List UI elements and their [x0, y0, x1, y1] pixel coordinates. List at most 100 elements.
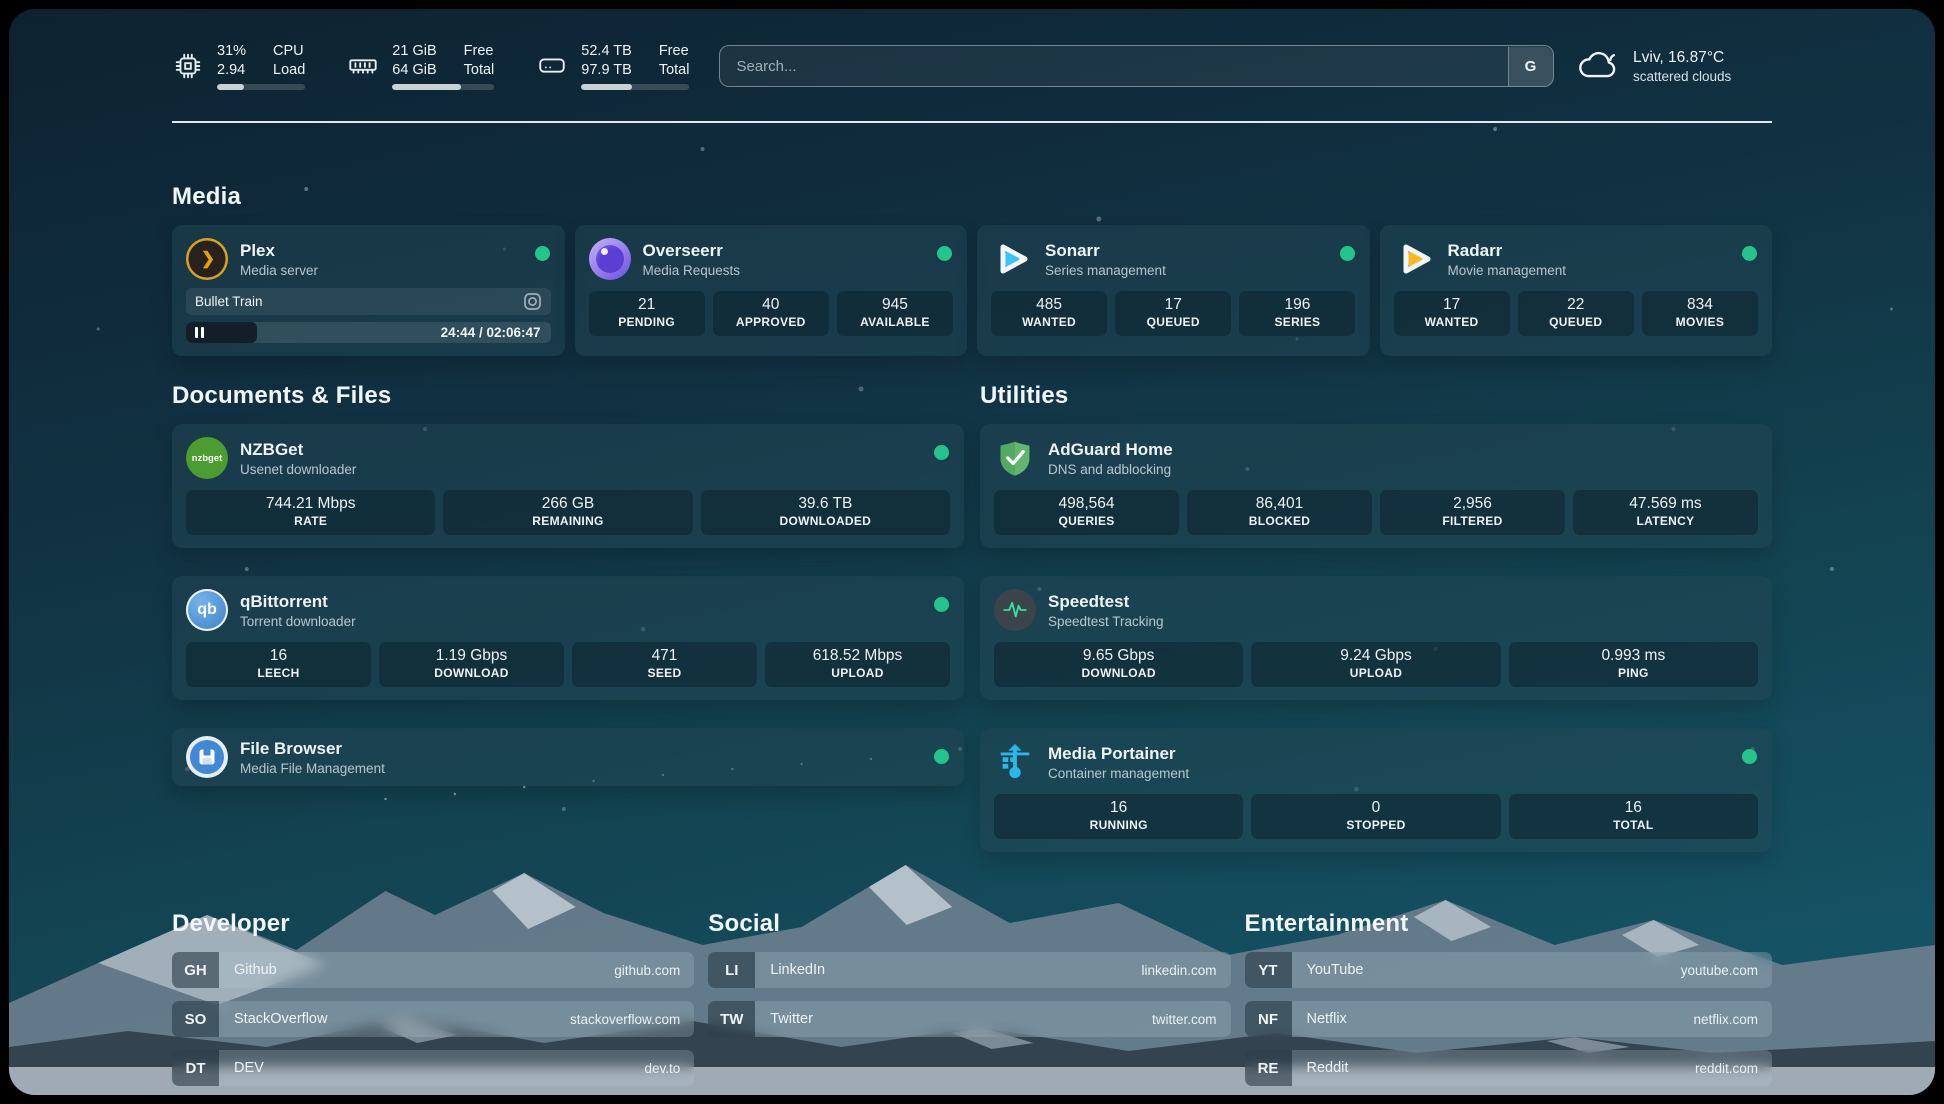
entertainment-section-title: Entertainment	[1245, 910, 1772, 938]
screen: 31% 2.94 CPU Load	[0, 0, 1944, 1104]
online-status-dot	[1742, 246, 1757, 261]
overseerr-icon	[589, 238, 631, 280]
app-desc: Series management	[1045, 263, 1166, 278]
online-status-dot	[535, 246, 550, 261]
link-name: Reddit	[1292, 1060, 1695, 1076]
link-linkedin[interactable]: LI LinkedIn linkedin.com	[708, 952, 1230, 988]
topbar-divider	[172, 121, 1772, 123]
link-twitter[interactable]: TW Twitter twitter.com	[708, 1001, 1230, 1037]
developer-section-title: Developer	[172, 910, 694, 938]
cpu-icon	[172, 50, 204, 82]
stat-tile: 471SEED	[572, 642, 757, 687]
cpu-stat: 31% 2.94 CPU Load	[172, 42, 305, 91]
playback-time: 24:44 / 02:06:47	[441, 325, 541, 340]
storage-usage-fill	[581, 84, 632, 90]
cpu-usage-fill	[217, 84, 244, 90]
storage-label-top: Free	[659, 42, 690, 61]
storage-stat: 52.4 TB 97.9 TB Free Total	[536, 42, 689, 91]
cpu-label-top: CPU	[273, 42, 305, 61]
link-dev[interactable]: DT DEV dev.to	[172, 1050, 694, 1086]
now-playing-title: Bullet Train	[195, 294, 263, 309]
link-youtube[interactable]: YT YouTube youtube.com	[1245, 952, 1772, 988]
filebrowser-card[interactable]: File Browser Media File Management	[172, 728, 964, 786]
link-badge: SO	[172, 1001, 219, 1037]
memory-label-top: Free	[464, 42, 495, 61]
qbittorrent-icon: qb	[186, 589, 228, 631]
filebrowser-icon	[186, 736, 228, 778]
app-name: qBittorrent	[240, 592, 356, 612]
link-name: StackOverflow	[219, 1011, 570, 1027]
speedtest-card[interactable]: Speedtest Speedtest Tracking 9.65 GbpsDO…	[980, 576, 1772, 700]
memory-stat: 21 GiB 64 GiB Free Total	[347, 42, 494, 91]
media-section: Media ❯ Plex Media server Bullet Train	[172, 183, 1772, 356]
stat-tile: 196SERIES	[1239, 291, 1355, 336]
sonarr-card[interactable]: Sonarr Series management 485WANTED 17QUE…	[977, 225, 1370, 356]
memory-label-bottom: Total	[464, 61, 495, 80]
stat-tile: 1.19 GbpsDOWNLOAD	[379, 642, 564, 687]
cpu-percent: 31%	[217, 42, 246, 61]
link-url: twitter.com	[1152, 1012, 1231, 1027]
stat-tile: 17WANTED	[1394, 291, 1510, 336]
stat-tile: 16LEECH	[186, 642, 371, 687]
link-badge: TW	[708, 1001, 755, 1037]
app-name: File Browser	[240, 739, 385, 759]
stats-row: 16RUNNING 0STOPPED 16TOTAL	[994, 794, 1758, 839]
app-desc: Media server	[240, 263, 318, 278]
app-name: AdGuard Home	[1048, 440, 1173, 460]
stat-tile: 9.65 GbpsDOWNLOAD	[994, 642, 1243, 687]
stat-tile: 266 GBREMAINING	[443, 490, 692, 535]
link-badge: YT	[1245, 952, 1292, 988]
memory-usage-bar	[392, 84, 494, 90]
social-section-title: Social	[708, 910, 1230, 938]
link-url: github.com	[614, 963, 694, 978]
stat-tile: 498,564QUERIES	[994, 490, 1179, 535]
utilities-section-title: Utilities	[980, 382, 1772, 410]
stat-tile: 86,401BLOCKED	[1187, 490, 1372, 535]
stat-tile: 16RUNNING	[994, 794, 1243, 839]
nzbget-card[interactable]: nzbget NZBGet Usenet downloader 744.21 M…	[172, 424, 964, 548]
speedtest-icon	[994, 589, 1036, 631]
search-input[interactable]	[719, 45, 1554, 87]
stat-tile: 17QUEUED	[1115, 291, 1231, 336]
app-name: Overseerr	[643, 241, 741, 261]
session-icon	[523, 292, 542, 311]
weather-condition: scattered clouds	[1633, 69, 1731, 84]
link-url: stackoverflow.com	[570, 1012, 694, 1027]
stats-row: 498,564QUERIES 86,401BLOCKED 2,956FILTER…	[994, 490, 1758, 535]
link-netflix[interactable]: NF Netflix netflix.com	[1245, 1001, 1772, 1037]
adguard-icon	[994, 437, 1036, 479]
documents-section-title: Documents & Files	[172, 382, 964, 410]
app-name: Plex	[240, 241, 318, 261]
adguard-card[interactable]: AdGuard Home DNS and adblocking 498,564Q…	[980, 424, 1772, 548]
qbittorrent-card[interactable]: qb qBittorrent Torrent downloader 16LEEC…	[172, 576, 964, 700]
weather-widget: Lviv, 16.87°C scattered clouds	[1576, 47, 1772, 85]
plex-icon: ❯	[186, 238, 228, 280]
link-github[interactable]: GH Github github.com	[172, 952, 694, 988]
portainer-card[interactable]: Media Portainer Container management 16R…	[980, 728, 1772, 852]
nzbget-icon: nzbget	[186, 437, 228, 479]
pause-icon	[195, 327, 205, 338]
stat-tile: 485WANTED	[991, 291, 1107, 336]
stat-tile: 945AVAILABLE	[837, 291, 953, 336]
overseerr-card[interactable]: Overseerr Media Requests 21PENDING 40APP…	[575, 225, 968, 356]
link-name: YouTube	[1292, 962, 1681, 978]
link-reddit[interactable]: RE Reddit reddit.com	[1245, 1050, 1772, 1086]
link-badge: NF	[1245, 1001, 1292, 1037]
stats-row: 9.65 GbpsDOWNLOAD 9.24 GbpsUPLOAD 0.993 …	[994, 642, 1758, 687]
playback-elapsed-fill	[186, 322, 257, 343]
plex-card[interactable]: ❯ Plex Media server Bullet Train	[172, 225, 565, 356]
link-url: netflix.com	[1693, 1012, 1772, 1027]
online-status-dot	[934, 597, 949, 612]
radarr-card[interactable]: Radarr Movie management 17WANTED 22QUEUE…	[1380, 225, 1773, 356]
stat-tile: 22QUEUED	[1518, 291, 1634, 336]
link-name: Github	[219, 962, 614, 978]
memory-usage-fill	[392, 84, 460, 90]
search-engine-button[interactable]: G	[1508, 47, 1553, 86]
stat-tile: 40APPROVED	[713, 291, 829, 336]
online-status-dot	[934, 445, 949, 460]
link-stackoverflow[interactable]: SO StackOverflow stackoverflow.com	[172, 1001, 694, 1037]
stat-tile: 16TOTAL	[1509, 794, 1758, 839]
stat-tile: 0STOPPED	[1251, 794, 1500, 839]
stat-tile: 9.24 GbpsUPLOAD	[1251, 642, 1500, 687]
link-name: Netflix	[1292, 1011, 1694, 1027]
